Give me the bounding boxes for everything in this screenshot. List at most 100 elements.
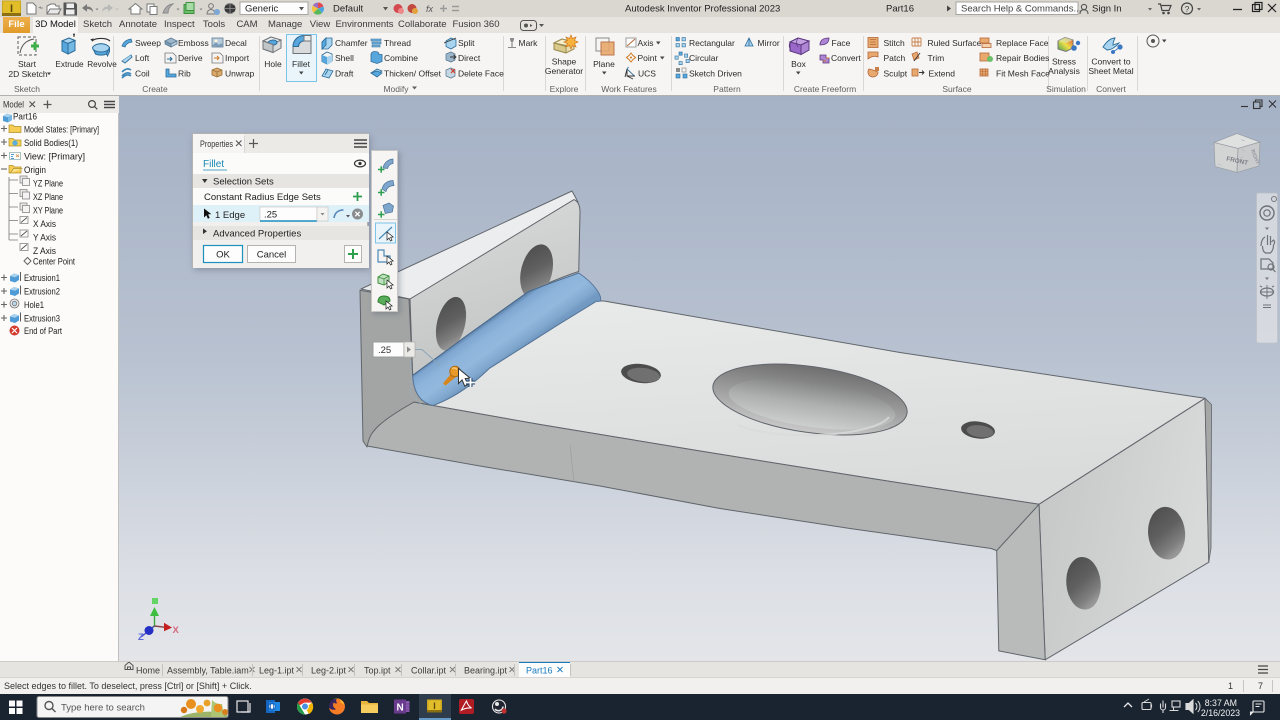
- svg-text:Properties: Properties: [200, 139, 233, 149]
- svg-text:Delete Face: Delete Face: [458, 69, 504, 79]
- svg-text:Mark: Mark: [519, 38, 539, 48]
- svg-text:Sweep: Sweep: [135, 38, 161, 48]
- svg-text:Sketch: Sketch: [14, 84, 40, 94]
- svg-text:UCS: UCS: [638, 69, 656, 79]
- svg-text:Stitch: Stitch: [884, 38, 906, 48]
- svg-text:X Axis: X Axis: [33, 219, 57, 229]
- svg-text:XZ Plane: XZ Plane: [33, 192, 63, 202]
- svg-text:Decal: Decal: [225, 38, 247, 48]
- svg-text:Fillet: Fillet: [292, 59, 311, 69]
- svg-text:Model: Model: [3, 100, 24, 110]
- svg-text:2D Sketch: 2D Sketch: [8, 69, 47, 79]
- svg-text:Rib: Rib: [178, 69, 191, 79]
- svg-text:Ruled Surface: Ruled Surface: [928, 38, 982, 48]
- svg-text:Convert: Convert: [1096, 84, 1126, 94]
- svg-text:Convert: Convert: [831, 53, 861, 63]
- svg-text:Explore: Explore: [550, 84, 579, 94]
- svg-text:Combine: Combine: [384, 53, 418, 63]
- svg-text:Sign In: Sign In: [1092, 4, 1122, 15]
- svg-text:Derive: Derive: [178, 53, 203, 63]
- svg-text:Extrusion3: Extrusion3: [24, 314, 60, 324]
- svg-text:Z Axis: Z Axis: [33, 246, 57, 256]
- svg-text:X: X: [173, 625, 180, 636]
- svg-text:Hole: Hole: [264, 59, 282, 69]
- svg-text:Collar.ipt: Collar.ipt: [411, 666, 447, 676]
- svg-text:View: [Primary]: View: [Primary]: [24, 152, 85, 162]
- svg-text:Create: Create: [142, 84, 168, 94]
- svg-text:Box: Box: [791, 59, 806, 69]
- svg-text:Home: Home: [136, 666, 160, 676]
- svg-text:Create Freeform: Create Freeform: [794, 84, 856, 94]
- svg-text:Coil: Coil: [135, 69, 150, 79]
- svg-text:Leg-2.ipt: Leg-2.ipt: [311, 666, 347, 676]
- svg-text:I: I: [433, 701, 436, 711]
- svg-text:End of Part: End of Part: [24, 326, 62, 336]
- svg-text:2/16/2023: 2/16/2023: [1201, 708, 1240, 718]
- svg-text:Y Axis: Y Axis: [33, 233, 57, 243]
- svg-text:Draft: Draft: [335, 69, 354, 79]
- svg-text:Sketch Driven: Sketch Driven: [689, 69, 742, 79]
- svg-text:Part16: Part16: [886, 4, 914, 15]
- svg-text:Replace Face: Replace Face: [996, 38, 1049, 48]
- svg-text:Patch: Patch: [884, 53, 906, 63]
- svg-text:Shell: Shell: [335, 53, 354, 63]
- svg-text:Rectangular: Rectangular: [689, 38, 735, 48]
- svg-text:Part16: Part16: [13, 113, 37, 122]
- svg-text:Modify: Modify: [383, 84, 409, 94]
- svg-text:Trim: Trim: [928, 53, 945, 63]
- svg-text:Z: Z: [138, 632, 144, 643]
- svg-text:Default: Default: [333, 4, 363, 15]
- svg-text:Center Point: Center Point: [33, 257, 75, 267]
- svg-text:Extrusion2: Extrusion2: [24, 287, 60, 297]
- svg-text:Mirror: Mirror: [758, 38, 780, 48]
- svg-text:Constant Radius Edge Sets: Constant Radius Edge Sets: [204, 192, 321, 203]
- svg-text:Fit Mesh Face: Fit Mesh Face: [996, 69, 1050, 79]
- svg-text:Top.ipt: Top.ipt: [364, 666, 391, 676]
- svg-text:XY Plane: XY Plane: [33, 206, 63, 216]
- svg-text:Search Help & Commands...: Search Help & Commands...: [961, 4, 1081, 15]
- svg-text:Circular: Circular: [689, 53, 718, 63]
- svg-text:Thicken/ Offset: Thicken/ Offset: [384, 69, 442, 79]
- svg-text:8:37 AM: 8:37 AM: [1205, 698, 1237, 708]
- svg-text:Analysis: Analysis: [1048, 66, 1080, 76]
- svg-text:Chamfer: Chamfer: [335, 38, 368, 48]
- svg-text:Assembly, Table.iam: Assembly, Table.iam: [167, 666, 249, 676]
- svg-text:I: I: [10, 3, 13, 15]
- svg-text:Hole1: Hole1: [24, 300, 44, 310]
- svg-text:.25: .25: [264, 210, 277, 221]
- svg-text:Sculpt: Sculpt: [884, 69, 908, 79]
- svg-text:Leg-1.ipt: Leg-1.ipt: [259, 666, 295, 676]
- svg-text:fx: fx: [426, 4, 434, 14]
- svg-text:Convert to: Convert to: [1091, 57, 1130, 67]
- svg-text:Split: Split: [458, 38, 475, 48]
- svg-text:Part16: Part16: [526, 666, 553, 676]
- svg-text:1 Edge: 1 Edge: [215, 210, 245, 221]
- svg-text:?: ?: [1185, 4, 1190, 14]
- svg-text:Unwrap: Unwrap: [225, 69, 255, 79]
- svg-text:N: N: [397, 703, 404, 714]
- svg-text:Autodesk Inventor Professional: Autodesk Inventor Professional 2023: [625, 4, 780, 15]
- svg-text:Selection Sets: Selection Sets: [213, 177, 274, 188]
- svg-text:Stress: Stress: [1052, 57, 1076, 67]
- svg-text:Import: Import: [225, 53, 250, 63]
- svg-text:Extend: Extend: [929, 69, 956, 79]
- svg-text:Work Features: Work Features: [601, 84, 657, 94]
- svg-text:Thread: Thread: [384, 38, 411, 48]
- svg-text:Direct: Direct: [458, 53, 481, 63]
- svg-text:.25: .25: [378, 345, 391, 356]
- svg-text:Pattern: Pattern: [713, 84, 741, 94]
- svg-text:OK: OK: [216, 250, 230, 261]
- svg-text:Axis: Axis: [638, 38, 654, 48]
- svg-text:Solid Bodies(1): Solid Bodies(1): [24, 138, 78, 148]
- svg-text:Cancel: Cancel: [257, 250, 287, 261]
- svg-text:Shape: Shape: [552, 57, 577, 67]
- svg-text:Sheet Metal: Sheet Metal: [1088, 66, 1133, 76]
- svg-text:Model States: [Primary]: Model States: [Primary]: [24, 125, 99, 135]
- svg-text:Type here to search: Type here to search: [61, 703, 145, 714]
- svg-text:Origin: Origin: [24, 165, 46, 175]
- svg-text:Point: Point: [638, 53, 658, 63]
- svg-text:Extrude: Extrude: [55, 60, 84, 69]
- svg-text:Face: Face: [832, 38, 851, 48]
- svg-text:Emboss: Emboss: [178, 38, 209, 48]
- svg-text:Bearing.ipt: Bearing.ipt: [464, 666, 508, 676]
